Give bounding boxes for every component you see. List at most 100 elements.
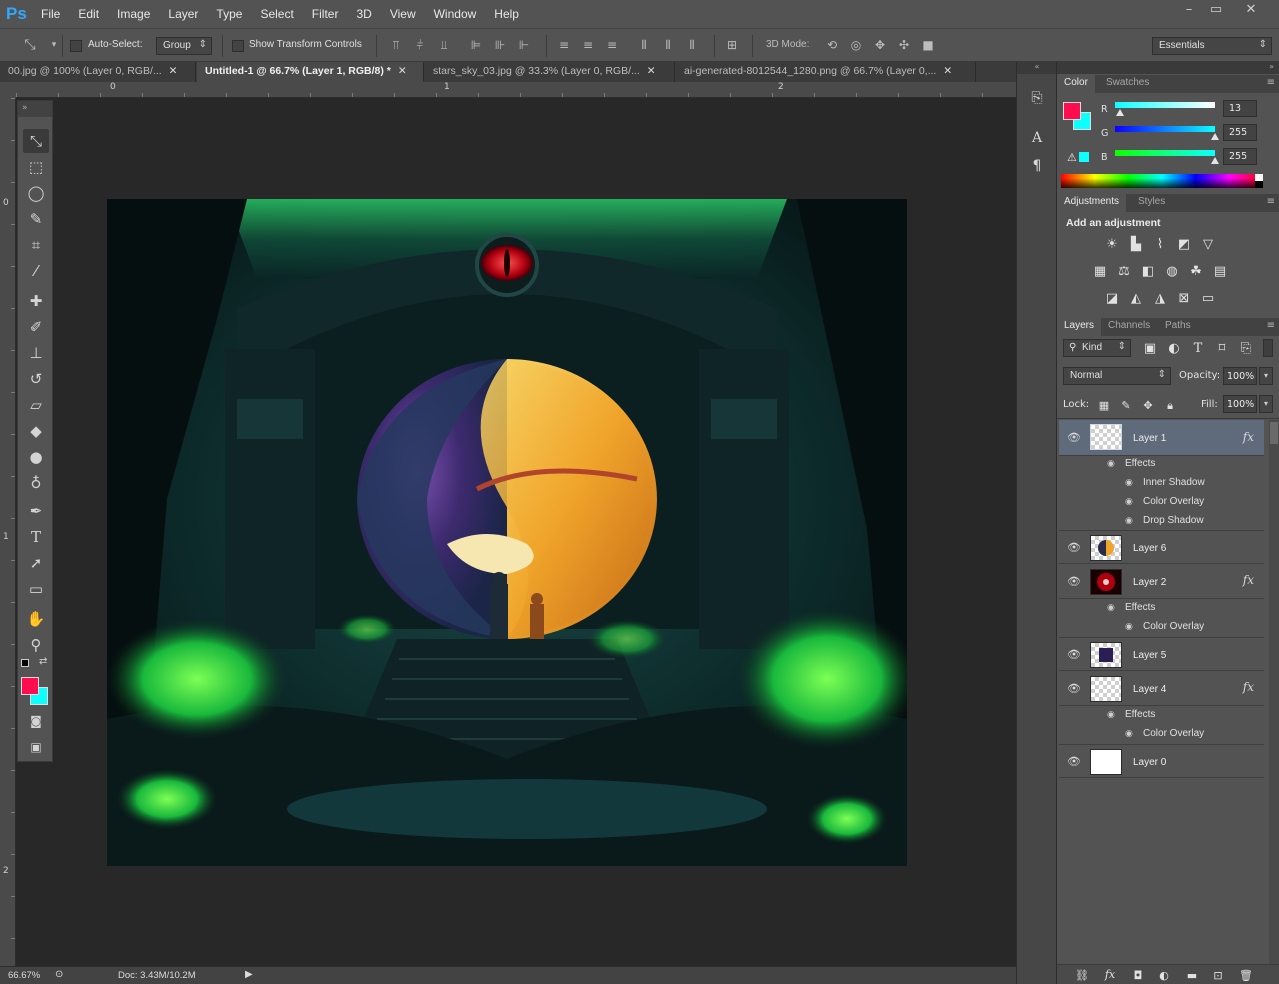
dodge-tool-icon[interactable]: ♁ — [23, 471, 49, 495]
opacity-dropdown-icon[interactable]: ▾ — [1259, 367, 1273, 385]
effect-inner-shadow[interactable]: Inner Shadow — [1143, 477, 1205, 488]
color-balance-icon[interactable]: ⚖ — [1115, 264, 1133, 279]
status-icon[interactable]: ⊙ — [55, 969, 63, 980]
close-tab-icon[interactable]: ✕ — [943, 65, 952, 77]
swap-colors-icon[interactable]: ⇄ — [39, 656, 47, 667]
visibility-eye-icon[interactable]: 👁︎ — [1067, 683, 1081, 695]
eraser-tool-icon[interactable]: ▱ — [23, 393, 49, 417]
filter-adjustment-icon[interactable]: ◐ — [1165, 341, 1183, 356]
black-chip[interactable] — [1255, 181, 1263, 188]
align-hcenter-icon[interactable]: ⊪ — [492, 38, 508, 52]
effect-drop-shadow[interactable]: Drop Shadow — [1143, 515, 1204, 526]
menu-image[interactable]: Image — [108, 7, 159, 21]
effect-color-overlay[interactable]: Color Overlay — [1143, 621, 1204, 632]
effects-eye-icon[interactable]: ◉ — [1107, 459, 1115, 469]
channel-r-value[interactable]: 13 — [1223, 100, 1257, 117]
menu-file[interactable]: File — [32, 7, 69, 21]
color-panel-fg-swatch[interactable] — [1063, 102, 1081, 120]
channel-g-thumb[interactable] — [1211, 133, 1219, 140]
marquee-tool-icon[interactable]: ⬚ — [23, 155, 49, 179]
tab-swatches[interactable]: Swatches — [1099, 75, 1156, 93]
fx-icon[interactable]: fx — [1243, 430, 1254, 444]
align-top-icon[interactable]: ⫪ — [388, 38, 404, 52]
pen-tool-icon[interactable]: ✒ — [23, 499, 49, 523]
distribute-vcenter-icon[interactable]: ≡ — [580, 38, 596, 52]
filter-smart-object-icon[interactable]: ⎘ — [1237, 341, 1255, 356]
layer-row-layer-0[interactable]: 👁︎ Layer 0 — [1059, 744, 1264, 778]
levels-icon[interactable]: ▙ — [1127, 237, 1145, 252]
zoom-tool-icon[interactable]: ⚲ — [23, 633, 49, 657]
channel-b-slider[interactable] — [1115, 150, 1215, 156]
history-brush-tool-icon[interactable]: ↺ — [23, 367, 49, 391]
path-select-tool-icon[interactable]: ➚ — [23, 551, 49, 575]
align-right-icon[interactable]: ⊩ — [516, 38, 532, 52]
3d-rotate-icon[interactable]: ⟲ — [824, 38, 840, 52]
auto-select-dropdown[interactable]: Group — [156, 37, 212, 55]
add-layer-style-icon[interactable]: fx — [1101, 967, 1119, 982]
screen-mode-icon[interactable]: ▣ — [23, 735, 49, 759]
workspace-dropdown[interactable]: Essentials — [1152, 37, 1272, 55]
visibility-eye-icon[interactable]: 👁︎ — [1067, 576, 1081, 588]
panel-menu-icon[interactable]: ≡ — [1267, 320, 1275, 331]
effect-eye-icon[interactable]: ◉ — [1125, 478, 1133, 488]
menu-type[interactable]: Type — [207, 7, 251, 21]
paragraph-panel-icon[interactable]: ¶ — [1027, 156, 1047, 176]
status-menu-arrow-icon[interactable]: ▶ — [245, 969, 253, 980]
visibility-eye-icon[interactable]: 👁︎ — [1067, 649, 1081, 661]
visibility-eye-icon[interactable]: 👁︎ — [1067, 542, 1081, 554]
new-adjustment-layer-icon[interactable]: ◐ — [1155, 968, 1173, 983]
delete-layer-icon[interactable]: 🗑︎ — [1237, 968, 1255, 983]
paint-bucket-tool-icon[interactable]: ◆ — [23, 419, 49, 443]
effects-eye-icon[interactable]: ◉ — [1107, 603, 1115, 613]
menu-window[interactable]: Window — [425, 7, 486, 21]
3d-scale-icon[interactable]: ■ — [920, 38, 936, 52]
fill-dropdown-icon[interactable]: ▾ — [1259, 395, 1273, 413]
hue-saturation-icon[interactable]: ▦ — [1091, 264, 1109, 279]
layer-name[interactable]: Layer 1 — [1133, 433, 1166, 444]
layer-row-layer-1[interactable]: 👁︎ Layer 1 fx — [1059, 420, 1264, 456]
fx-icon[interactable]: fx — [1243, 680, 1254, 694]
selective-color-icon[interactable]: ⊠ — [1175, 291, 1193, 306]
channel-g-slider[interactable] — [1115, 126, 1215, 132]
panel-menu-icon[interactable]: ≡ — [1267, 196, 1275, 207]
blend-mode-dropdown[interactable]: Normal — [1063, 367, 1171, 385]
effect-eye-icon[interactable]: ◉ — [1125, 516, 1133, 526]
layer-name[interactable]: Layer 0 — [1133, 757, 1166, 768]
channel-g-value[interactable]: 255 — [1223, 124, 1257, 141]
preset-dropdown-icon[interactable]: ▾ — [46, 38, 62, 52]
new-group-icon[interactable]: ▬ — [1183, 968, 1201, 983]
auto-select-checkbox[interactable] — [70, 40, 82, 52]
photo-filter-icon[interactable]: ◍ — [1163, 264, 1181, 279]
vibrance-icon[interactable]: ▽ — [1199, 237, 1217, 252]
toolbox-header[interactable]: » — [18, 101, 52, 117]
ruler-corner[interactable] — [0, 82, 16, 98]
vertical-ruler[interactable]: 0 1 2 — [0, 98, 16, 966]
zoom-level[interactable]: 66.67% — [8, 970, 40, 981]
lock-all-icon[interactable]: 🔒︎ — [1161, 398, 1179, 413]
distribute-left-icon[interactable]: ⦀ — [636, 38, 652, 52]
type-tool-icon[interactable]: T — [23, 525, 49, 549]
menu-select[interactable]: Select — [251, 7, 302, 21]
filter-shape-icon[interactable]: ⌑ — [1213, 341, 1231, 356]
fx-icon[interactable]: fx — [1243, 573, 1254, 587]
menu-layer[interactable]: Layer — [159, 7, 207, 21]
filter-type-icon[interactable]: T — [1189, 341, 1207, 356]
gradient-map-icon[interactable]: ▭ — [1199, 291, 1217, 306]
channel-r-thumb[interactable] — [1116, 109, 1124, 116]
3d-roll-icon[interactable]: ◎ — [848, 38, 864, 52]
doc-tab-stars-sky[interactable]: stars_sky_03.jpg @ 33.3% (Layer 0, RGB/.… — [425, 62, 675, 82]
quick-mask-icon[interactable]: ◙ — [23, 709, 49, 733]
menu-help[interactable]: Help — [485, 7, 528, 21]
threshold-icon[interactable]: ◮ — [1151, 291, 1169, 306]
history-panel-icon[interactable]: ⎘ — [1027, 88, 1047, 108]
new-layer-icon[interactable]: ⊡ — [1209, 968, 1227, 983]
layer-name[interactable]: Layer 5 — [1133, 650, 1166, 661]
collapse-strip-icon[interactable]: « — [1017, 62, 1057, 74]
collapse-dock-icon[interactable]: » — [1057, 62, 1279, 74]
out-of-gamut-warning-icon[interactable]: ⚠ — [1067, 151, 1077, 164]
effect-eye-icon[interactable]: ◉ — [1125, 497, 1133, 507]
channel-b-thumb[interactable] — [1211, 157, 1219, 164]
lock-image-icon[interactable]: ✎ — [1117, 398, 1135, 413]
distribute-top-icon[interactable]: ≡ — [556, 38, 572, 52]
menu-edit[interactable]: Edit — [69, 7, 108, 21]
